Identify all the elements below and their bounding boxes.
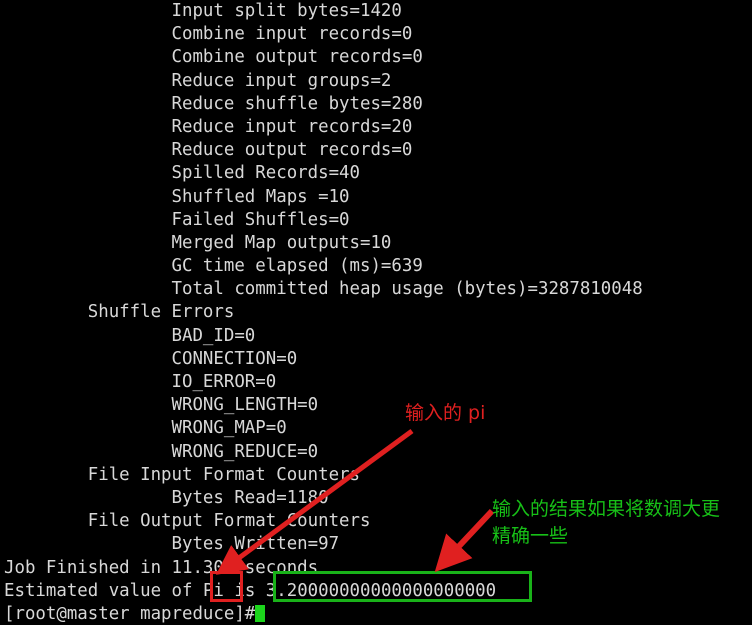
terminal-line: Reduce shuffle bytes=280 — [4, 93, 423, 114]
terminal-line: IO_ERROR=0 — [4, 372, 277, 392]
shell-prompt-line[interactable]: [root@master mapreduce]# — [0, 603, 752, 625]
terminal-line: Total committed heap usage (bytes)=32878… — [4, 279, 643, 300]
terminal-line: BAD_ID=0 — [4, 325, 256, 346]
terminal-line-job-finished: Job Finished in 11.301 seconds — [4, 557, 319, 578]
terminal-line: Combine output records=0 — [4, 47, 423, 68]
shell-prompt: [root@master mapreduce]# — [4, 603, 256, 624]
terminal-line: Input split bytes=1420 — [4, 1, 402, 21]
terminal-line: File Output Format Counters — [4, 511, 371, 532]
terminal-line: WRONG_MAP=0 — [4, 418, 287, 439]
estimated-prefix: Estimated value of — [4, 580, 203, 601]
terminal-line: Combine input records=0 — [4, 24, 413, 45]
terminal-line: CONNECTION=0 — [4, 348, 298, 369]
terminal-line: Reduce input records=20 — [4, 116, 413, 137]
terminal-line: Failed Shuffles=0 — [4, 209, 350, 230]
terminal-line: Reduce input groups=2 — [4, 70, 392, 91]
terminal-line-estimated-value: Estimated value of Pi is 3.2000000000000… — [0, 580, 752, 603]
terminal-line: Shuffle Errors — [4, 302, 235, 323]
terminal-line: Bytes Written=97 — [4, 534, 340, 555]
terminal-line: Reduce output records=0 — [4, 140, 413, 161]
terminal-line: GC time elapsed (ms)=639 — [4, 256, 423, 277]
terminal-line: Bytes Read=1180 — [4, 487, 329, 508]
pi-label: Pi — [202, 580, 224, 601]
terminal-output[interactable]: Input split bytes=1420 Combine input rec… — [0, 0, 752, 625]
terminal-line: WRONG_LENGTH=0 — [4, 395, 319, 416]
terminal-screen: Input split bytes=1420 Combine input rec… — [0, 0, 752, 625]
pi-value: 3.20000000000000000000 — [265, 580, 497, 601]
estimated-middle: is — [223, 580, 266, 601]
terminal-line: Spilled Records=40 — [4, 163, 360, 184]
block-cursor-icon — [255, 604, 266, 622]
terminal-line: WRONG_REDUCE=0 — [4, 441, 319, 462]
terminal-line: Merged Map outputs=10 — [4, 232, 392, 253]
terminal-line: Shuffled Maps =10 — [4, 186, 350, 207]
terminal-line: File Input Format Counters — [4, 464, 360, 485]
